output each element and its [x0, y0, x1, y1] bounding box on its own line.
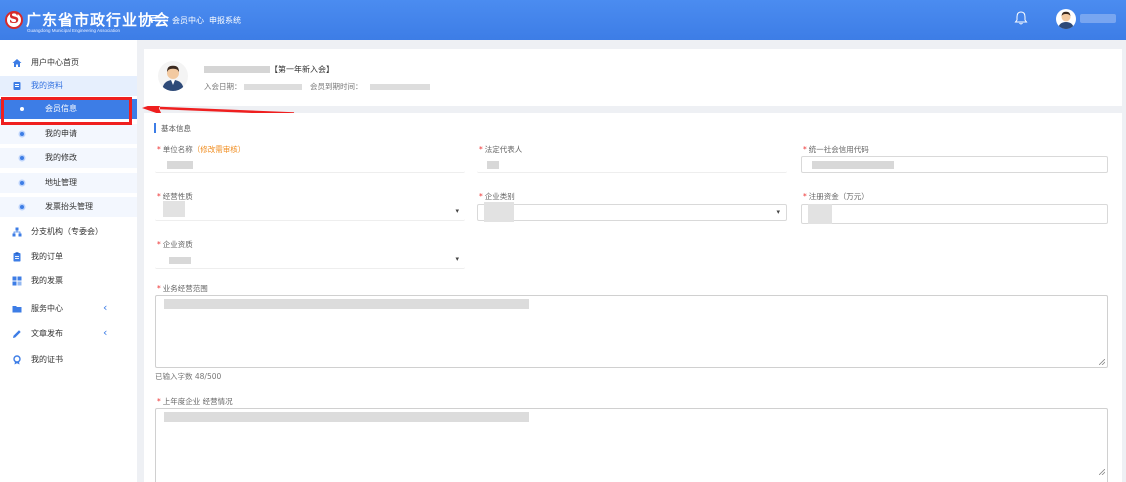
credit-code-input[interactable] [801, 156, 1108, 173]
basic-info-form: 基本信息 * 单位名称（修改需审核） * 法定代表人 * 统一社会信用代码 * 经营性质… [144, 113, 1122, 482]
sidebar-item-service-center[interactable]: 服务中心 ‹ [0, 299, 137, 319]
business-scope-textarea[interactable] [155, 295, 1108, 368]
sidebar-item-label: 地址管理 [45, 178, 77, 187]
member-name-redacted [204, 66, 270, 73]
sidebar-item-my-applications[interactable]: 我的申请 [0, 124, 137, 144]
sidebar-item-label: 我的订单 [31, 252, 63, 261]
sidebar-item-label: 用户中心首页 [31, 58, 79, 67]
join-date-redacted [244, 84, 302, 90]
sidebar-item-my-modifications[interactable]: 我的修改 [0, 148, 137, 168]
sidebar-item-my-orders[interactable]: 我的订单 [0, 247, 137, 267]
dot-icon [20, 156, 24, 160]
category-label: * 企业类别 [479, 192, 515, 201]
sidebar-item-label: 我的发票 [31, 276, 63, 285]
bell-icon[interactable] [1014, 10, 1028, 26]
dot-icon [20, 205, 24, 209]
user-name-redacted [1080, 14, 1116, 23]
sidebar-item-label: 文章发布 [31, 329, 63, 338]
membership-badge: 【第一年新入会】 [270, 65, 334, 74]
sidebar-item-my-profile[interactable]: 我的资料 [0, 76, 137, 96]
capital-label: * 注册资金（万元） [803, 192, 869, 201]
expire-date-label: 会员到期时间： [310, 82, 363, 91]
profile-icon [13, 82, 21, 90]
qualification-select[interactable]: ▾ [155, 252, 465, 269]
dot-icon [20, 181, 24, 185]
chevron-down-icon: ▾ [455, 207, 459, 215]
pen-icon [13, 330, 21, 338]
home-icon [12, 59, 22, 67]
user-avatar[interactable] [1056, 9, 1076, 29]
profile-card: 【第一年新入会】 入会日期： 会员到期时间： [144, 49, 1122, 106]
resize-handle-icon[interactable] [1099, 359, 1105, 365]
sidebar-item-label: 我的申请 [45, 129, 77, 138]
sidebar-item-my-invoices[interactable]: 我的发票 [0, 271, 137, 291]
business-scope-label: * 业务经营范围 [157, 284, 208, 293]
sidebar-item-label: 我的修改 [45, 153, 77, 162]
sidebar-item-my-certificates[interactable]: 我的证书 [0, 350, 137, 370]
sidebar-item-user-center-home[interactable]: 用户中心首页 [0, 53, 137, 73]
sidebar-item-branches[interactable]: 分支机构（专委会） [0, 222, 137, 242]
unit-name-label: * 单位名称（修改需审核） [157, 145, 246, 154]
sidebar-item-label: 发票抬头管理 [45, 202, 93, 211]
sidebar-item-invoice-title-management[interactable]: 发票抬头管理 [0, 197, 137, 217]
sidebar-item-article-publish[interactable]: 文章发布 ‹ [0, 324, 137, 344]
nature-select[interactable]: ▾ [155, 201, 465, 221]
sidebar-item-label: 分支机构（专委会） [31, 227, 103, 236]
association-logo-icon[interactable] [5, 11, 23, 29]
expire-date-redacted [370, 84, 430, 90]
last-year-textarea[interactable] [155, 408, 1108, 482]
char-counter: 已输入字数 48/500 [155, 372, 222, 381]
qualification-label: * 企业资质 [157, 240, 193, 249]
join-date-label: 入会日期： [204, 82, 242, 91]
dot-icon [20, 132, 24, 136]
sidebar-item-label: 服务中心 [31, 304, 63, 313]
hamburger-icon[interactable]: ≡ [148, 12, 159, 26]
highlight-box [1, 97, 132, 125]
chevron-down-icon: ▾ [455, 255, 459, 263]
chevron-down-icon: ▾ [776, 208, 780, 216]
org-subtitle: Guangdong Municipal Engineering Associat… [27, 28, 121, 33]
top-bar: 广东省市政行业协会 Guangdong Municipal Engineerin… [0, 0, 1126, 40]
nav-declaration-system[interactable]: 申报系统 [209, 15, 241, 26]
sidebar-item-label: 我的资料 [31, 81, 63, 90]
folder-icon [12, 306, 22, 313]
chevron-left-icon[interactable]: ‹ [103, 301, 107, 314]
sidebar-item-address-management[interactable]: 地址管理 [0, 173, 137, 193]
order-icon [13, 252, 21, 262]
legal-rep-input[interactable] [477, 156, 787, 173]
category-select[interactable]: ▾ [477, 202, 787, 222]
legal-rep-label: * 法定代表人 [479, 145, 523, 154]
chevron-left-icon[interactable]: ‹ [103, 326, 107, 339]
last-year-label: * 上年度企业 经营情况 [157, 397, 233, 406]
capital-input[interactable] [801, 204, 1108, 224]
credit-code-label: * 统一社会信用代码 [803, 145, 869, 154]
org-tree-icon [12, 227, 22, 237]
sidebar-item-label: 我的证书 [31, 355, 63, 364]
unit-name-input[interactable] [155, 156, 465, 173]
certificate-icon [13, 355, 21, 365]
member-avatar [158, 61, 188, 91]
section-title: 基本信息 [161, 124, 191, 133]
invoice-icon [12, 276, 22, 286]
section-marker [154, 123, 156, 133]
nav-member-center[interactable]: 会员中心 [172, 15, 204, 26]
resize-handle-icon[interactable] [1099, 469, 1105, 475]
